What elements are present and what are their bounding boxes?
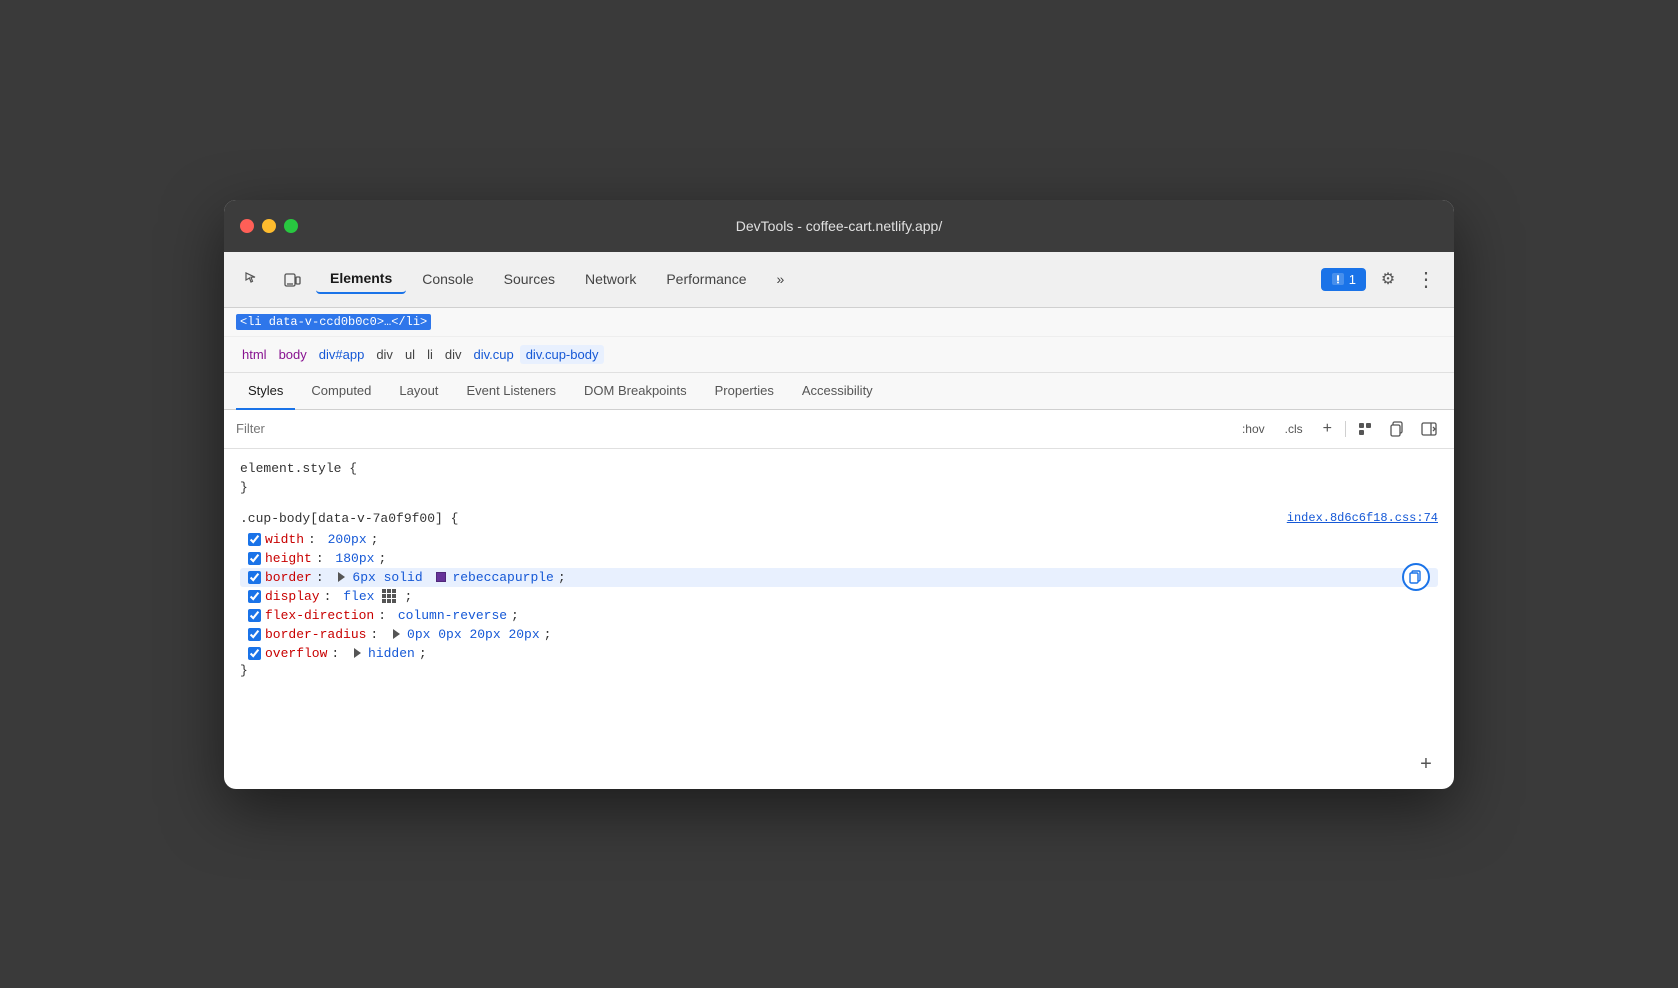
breadcrumb-div2[interactable]: div xyxy=(439,345,468,364)
breadcrumb-div-app[interactable]: div#app xyxy=(313,345,371,364)
overflow-checkbox[interactable] xyxy=(248,647,261,660)
hov-button[interactable]: :hov xyxy=(1235,419,1272,439)
border-radius-checkbox[interactable] xyxy=(248,628,261,641)
display-prop-name[interactable]: display xyxy=(265,589,320,604)
close-button[interactable] xyxy=(240,219,254,233)
element-style-selector: element.style { xyxy=(240,461,357,476)
cls-button[interactable]: .cls xyxy=(1278,419,1310,439)
device-toolbar-button[interactable] xyxy=(276,263,308,295)
toolbar-right: 1 ⚙ ⋮ xyxy=(1321,263,1442,295)
css-prop-border: border: 6px solid rebeccapurple; xyxy=(240,568,1438,587)
cup-body-selector-line: .cup-body[data-v-7a0f9f00] { index.8d6c6… xyxy=(240,511,1438,526)
css-prop-border-radius: border-radius: 0px 0px 20px 20px; xyxy=(240,625,1438,644)
element-style-close: } xyxy=(240,480,1438,495)
tab-performance[interactable]: Performance xyxy=(652,265,760,293)
cup-body-file-ref[interactable]: index.8d6c6f18.css:74 xyxy=(1287,511,1438,525)
titlebar: DevTools - coffee-cart.netlify.app/ xyxy=(224,200,1454,252)
styles-panel-wrapper: element.style { } .cup-body[data-v-7a0f9… xyxy=(224,449,1454,789)
add-style-button[interactable]: + xyxy=(1316,417,1339,441)
filter-input[interactable] xyxy=(236,421,1227,436)
settings-button[interactable]: ⚙ xyxy=(1372,263,1404,295)
breadcrumb-div-cup[interactable]: div.cup xyxy=(467,345,519,364)
tab-network[interactable]: Network xyxy=(571,265,650,293)
issues-count: 1 xyxy=(1349,272,1356,287)
issues-badge-button[interactable]: 1 xyxy=(1321,268,1366,291)
subtab-layout[interactable]: Layout xyxy=(387,373,450,410)
forced-element-states-button[interactable] xyxy=(1352,416,1378,442)
border-radius-prop-name[interactable]: border-radius xyxy=(265,627,366,642)
border-prop-name[interactable]: border xyxy=(265,570,312,585)
border-triangle[interactable] xyxy=(338,572,345,582)
breadcrumb-ul[interactable]: ul xyxy=(399,345,421,364)
devtools-toolbar: Elements Console Sources Network Perform… xyxy=(224,252,1454,308)
selected-element-line: <li data-v-ccd0b0c0>…</li> xyxy=(224,308,1454,337)
cup-body-rule-block: .cup-body[data-v-7a0f9f00] { index.8d6c6… xyxy=(240,511,1438,678)
subtab-styles[interactable]: Styles xyxy=(236,373,295,410)
breadcrumb-div-cup-body[interactable]: div.cup-body xyxy=(520,345,605,364)
cup-body-rule-close: } xyxy=(240,663,1438,678)
maximize-button[interactable] xyxy=(284,219,298,233)
breadcrumb-li[interactable]: li xyxy=(421,345,439,364)
border-checkbox[interactable] xyxy=(248,571,261,584)
overflow-triangle[interactable] xyxy=(354,648,361,658)
copy-styles-button[interactable] xyxy=(1384,416,1410,442)
css-prop-width: width: 200px; xyxy=(240,530,1438,549)
flex-direction-value[interactable]: column-reverse xyxy=(398,608,507,623)
devtools-window: DevTools - coffee-cart.netlify.app/ Elem… xyxy=(224,200,1454,789)
height-checkbox[interactable] xyxy=(248,552,261,565)
subtab-properties[interactable]: Properties xyxy=(703,373,786,410)
overflow-prop-name[interactable]: overflow xyxy=(265,646,327,661)
display-value[interactable]: flex xyxy=(343,589,374,604)
element-style-selector-line: element.style { xyxy=(240,461,1438,476)
selected-element-tag[interactable]: <li data-v-ccd0b0c0>…</li> xyxy=(236,314,431,330)
filter-bar: :hov .cls + xyxy=(224,410,1454,449)
breadcrumb-body[interactable]: body xyxy=(273,345,313,364)
border-value-text[interactable]: 6px solid xyxy=(352,570,430,585)
flex-direction-prop-name[interactable]: flex-direction xyxy=(265,608,374,623)
tab-console[interactable]: Console xyxy=(408,265,487,293)
breadcrumb: html body div#app div ul li div div.cup … xyxy=(224,337,1454,373)
filter-separator xyxy=(1345,421,1346,437)
height-value[interactable]: 180px xyxy=(335,551,374,566)
subtab-accessibility[interactable]: Accessibility xyxy=(790,373,885,410)
css-prop-height: height: 180px; xyxy=(240,549,1438,568)
styles-panel: element.style { } .cup-body[data-v-7a0f9… xyxy=(224,449,1454,706)
subtab-computed[interactable]: Computed xyxy=(299,373,383,410)
toggle-sidebar-button[interactable] xyxy=(1416,416,1442,442)
minimize-button[interactable] xyxy=(262,219,276,233)
filter-actions: :hov .cls + xyxy=(1235,416,1442,442)
inspect-element-button[interactable] xyxy=(236,263,268,295)
cup-body-selector: .cup-body[data-v-7a0f9f00] { xyxy=(240,511,458,526)
element-style-block: element.style { } xyxy=(240,461,1438,495)
css-prop-flex-direction: flex-direction: column-reverse; xyxy=(240,606,1438,625)
window-title: DevTools - coffee-cart.netlify.app/ xyxy=(736,218,942,234)
border-radius-value[interactable]: 0px 0px 20px 20px xyxy=(407,627,540,642)
tab-elements[interactable]: Elements xyxy=(316,264,406,294)
subtab-dom-breakpoints[interactable]: DOM Breakpoints xyxy=(572,373,699,410)
traffic-lights xyxy=(240,219,298,233)
width-value[interactable]: 200px xyxy=(328,532,367,547)
more-options-button[interactable]: ⋮ xyxy=(1410,263,1442,295)
display-checkbox[interactable] xyxy=(248,590,261,603)
width-checkbox[interactable] xyxy=(248,533,261,546)
breadcrumb-html[interactable]: html xyxy=(236,345,273,364)
main-tabs: Elements Console Sources Network Perform… xyxy=(316,264,1313,294)
overflow-value[interactable]: hidden xyxy=(368,646,415,661)
flex-grid-icon[interactable] xyxy=(382,589,396,603)
breadcrumb-div[interactable]: div xyxy=(370,345,399,364)
border-color-swatch[interactable] xyxy=(436,572,446,582)
css-prop-display: display: flex ; xyxy=(240,587,1438,606)
tab-sources[interactable]: Sources xyxy=(490,265,569,293)
css-prop-overflow: overflow: hidden; xyxy=(240,644,1438,663)
flex-direction-checkbox[interactable] xyxy=(248,609,261,622)
subtabs-bar: Styles Computed Layout Event Listeners D… xyxy=(224,373,1454,410)
width-prop-name[interactable]: width xyxy=(265,532,304,547)
width-colon: : xyxy=(308,532,324,547)
border-radius-triangle[interactable] xyxy=(393,629,400,639)
subtab-event-listeners[interactable]: Event Listeners xyxy=(454,373,568,410)
border-color-name[interactable]: rebeccapurple xyxy=(452,570,553,585)
add-style-rule-button[interactable]: + xyxy=(1414,753,1438,777)
height-prop-name[interactable]: height xyxy=(265,551,312,566)
more-tabs-button[interactable]: » xyxy=(763,265,799,293)
